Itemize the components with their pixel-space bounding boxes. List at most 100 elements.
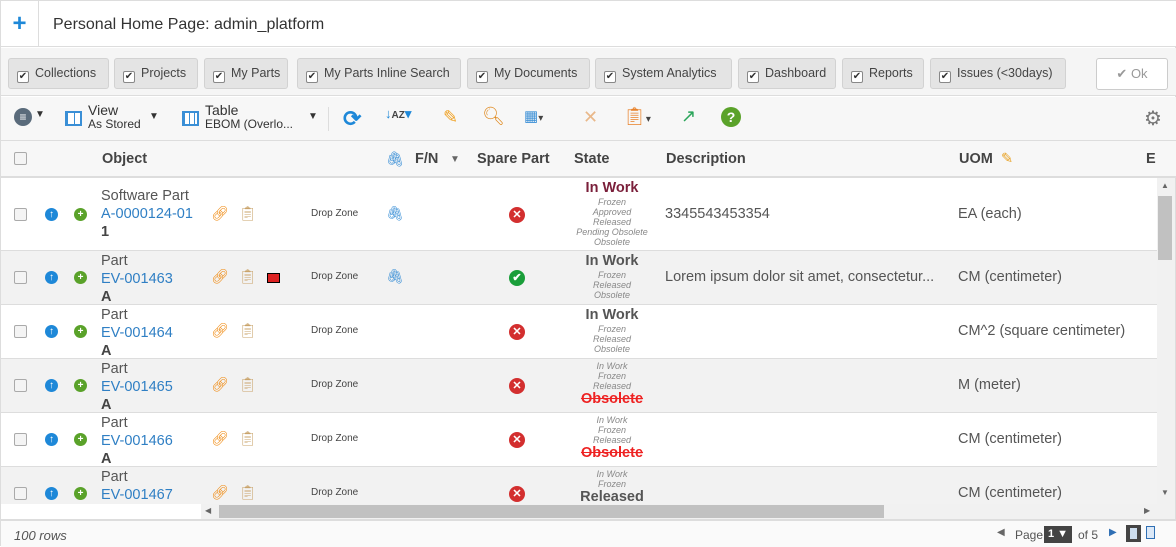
filter-chip[interactable]: ✔ Reports — [842, 58, 924, 89]
horizontal-scrollbar[interactable]: ◀ ▶ — [201, 504, 1175, 519]
prev-page-icon[interactable]: ◀ — [997, 527, 1005, 538]
menu-icon[interactable]: ≡ — [14, 108, 32, 126]
sort-desc-icon[interactable]: ▼ — [450, 154, 460, 165]
table-row[interactable]: ↑ + Part EV-001465 A 🔗︎ 📋︎ Drop Zone ✕ In Work Fro… — [1, 359, 1157, 413]
chevron-down-icon[interactable]: ▼ — [35, 109, 45, 120]
navigate-icon[interactable]: ↑ — [45, 325, 58, 338]
row-checkbox[interactable] — [14, 487, 27, 500]
navigate-icon[interactable]: ↑ — [45, 379, 58, 392]
row-checkbox[interactable] — [14, 207, 27, 221]
clipboard-icon[interactable]: 📋︎ — [239, 484, 257, 501]
clipboard-icon[interactable]: 📋︎ — [239, 430, 257, 447]
add-icon[interactable]: + — [74, 207, 87, 221]
column-object[interactable]: Object — [102, 151, 147, 167]
add-icon[interactable]: + — [74, 271, 87, 284]
row-checkbox[interactable] — [14, 325, 27, 338]
checkbox[interactable]: ✔ — [213, 71, 225, 83]
clipboard-icon[interactable]: 📋︎ — [239, 268, 257, 285]
attachment-icon[interactable]: 🖇︎ — [386, 205, 404, 222]
column-uom[interactable]: UOM — [959, 151, 993, 167]
checkbox[interactable]: ✔ — [123, 71, 135, 83]
drop-zone[interactable]: Drop Zone — [311, 379, 358, 390]
object-link[interactable]: A-0000124-01 — [101, 205, 193, 223]
checkbox[interactable]: ✔ — [476, 71, 488, 83]
navigate-icon[interactable]: ↑ — [45, 271, 58, 284]
table-row[interactable]: ↑ + Part EV-001466 A 🔗︎ 📋︎ Drop Zone ✕ In Work Fro… — [1, 413, 1157, 467]
object-link[interactable]: EV-001467 — [101, 486, 173, 504]
checkbox[interactable]: ✔ — [604, 71, 616, 83]
table-row[interactable]: ↑ + PartEV-001467A 🔗︎ 📋︎ Drop Zone ✕ In WorkFro… — [1, 467, 1157, 504]
link-icon[interactable]: 🔗︎ — [211, 205, 229, 222]
table-row[interactable]: ↑ + Part EV-001463 A 🔗︎ 📋︎ Drop Zone 🖇︎ ✔ In Work F… — [1, 251, 1157, 305]
filter-chip[interactable]: ✔ Dashboard — [738, 58, 836, 89]
add-button[interactable]: + — [1, 1, 39, 47]
drop-zone[interactable]: Drop Zone — [311, 271, 358, 282]
refresh-icon[interactable]: ⟳ — [343, 106, 361, 132]
object-link[interactable]: EV-001463 — [101, 270, 173, 288]
navigate-icon[interactable]: ↑ — [45, 433, 58, 446]
filter-chip[interactable]: ✔ Issues (<30days) — [930, 58, 1066, 89]
column-fn[interactable]: F/N — [415, 151, 438, 167]
scroll-view-icon[interactable] — [1146, 526, 1155, 539]
drop-zone[interactable]: Drop Zone — [311, 433, 358, 444]
clipboard-icon[interactable]: 📋︎ — [239, 322, 257, 339]
link-icon[interactable]: 🔗︎ — [211, 322, 229, 339]
row-checkbox[interactable] — [14, 379, 27, 392]
filter-chip[interactable]: ✔ Projects — [114, 58, 198, 89]
table-row[interactable]: ↑ + Part EV-001464 A 🔗︎ 📋︎ Drop Zone ✕ In Work Fro… — [1, 305, 1157, 359]
help-icon[interactable]: ? — [721, 107, 741, 127]
link-icon[interactable]: 🔗︎ — [211, 376, 229, 393]
edit-icon[interactable]: ✎ — [443, 107, 458, 128]
drop-zone[interactable]: Drop Zone — [311, 208, 358, 219]
ok-button[interactable]: ✔ Ok — [1096, 58, 1168, 90]
table-row[interactable]: ↑ + Software Part A-0000124-01 1 🔗︎ 📋︎ Drop Zon… — [1, 178, 1157, 251]
checkbox[interactable]: ✔ — [851, 71, 863, 83]
row-checkbox[interactable] — [14, 433, 27, 446]
link-icon[interactable]: 🔗︎ — [211, 430, 229, 447]
drop-zone[interactable]: Drop Zone — [311, 487, 358, 498]
add-icon[interactable]: + — [74, 379, 87, 392]
drop-zone[interactable]: Drop Zone — [311, 325, 358, 336]
navigate-icon[interactable]: ↑ — [45, 487, 58, 500]
export-icon[interactable]: ↗ — [681, 106, 696, 127]
navigate-icon[interactable]: ↑ — [45, 207, 58, 221]
add-icon[interactable]: + — [74, 325, 87, 338]
column-state[interactable]: State — [574, 151, 609, 167]
gear-icon[interactable]: ⚙ — [1144, 106, 1162, 131]
object-link[interactable]: EV-001464 — [101, 324, 173, 342]
filter-chip[interactable]: ✔ My Parts — [204, 58, 288, 89]
filter-chip[interactable]: ✔ System Analytics — [595, 58, 732, 89]
filter-chip[interactable]: ✔ My Documents — [467, 58, 590, 89]
column-description[interactable]: Description — [666, 151, 746, 167]
clipboard-icon[interactable]: 📋︎ — [239, 205, 257, 222]
clipboard-icon[interactable]: 📋︎ — [239, 376, 257, 393]
object-link[interactable]: EV-001466 — [101, 432, 173, 450]
add-icon[interactable]: + — [74, 433, 87, 446]
column-select-icon[interactable]: ▦▾ — [524, 107, 543, 125]
checkbox[interactable]: ✔ — [747, 71, 759, 83]
vertical-scrollbar[interactable]: ▲ ▼ — [1157, 178, 1175, 504]
filter-chip[interactable]: ✔ My Parts Inline Search — [297, 58, 461, 89]
sort-icon[interactable]: ↓AZ▾ — [385, 106, 411, 122]
attachment-icon[interactable]: 🖇︎ — [386, 268, 404, 285]
column-spare-part[interactable]: Spare Part — [477, 151, 550, 167]
add-icon[interactable]: + — [74, 487, 87, 500]
object-link[interactable]: EV-001465 — [101, 378, 173, 396]
checkbox[interactable]: ✔ — [939, 71, 951, 83]
checkbox[interactable]: ✔ — [17, 71, 29, 83]
paged-view-icon[interactable] — [1126, 525, 1141, 542]
column-e[interactable]: E — [1146, 151, 1156, 167]
clipboard-icon[interactable]: 📋︎▾ — [623, 106, 651, 127]
search-icon[interactable]: 🔍︎ — [482, 106, 505, 127]
next-page-icon[interactable]: ▶ — [1109, 527, 1117, 538]
disconnect-icon[interactable]: ✕ — [583, 107, 598, 128]
row-checkbox[interactable] — [14, 271, 27, 284]
select-all-checkbox[interactable] — [14, 152, 27, 165]
checkbox[interactable]: ✔ — [306, 71, 318, 83]
link-icon[interactable]: 🔗︎ — [211, 268, 229, 285]
filter-chip[interactable]: ✔ Collections — [8, 58, 109, 89]
footer: 100 rows ◀ Page 1 ▼ of 5 ▶ — [1, 519, 1176, 547]
link-icon[interactable]: 🔗︎ — [211, 484, 229, 501]
current-state: Obsolete — [580, 445, 644, 461]
page-select[interactable]: 1 ▼ — [1044, 526, 1072, 543]
